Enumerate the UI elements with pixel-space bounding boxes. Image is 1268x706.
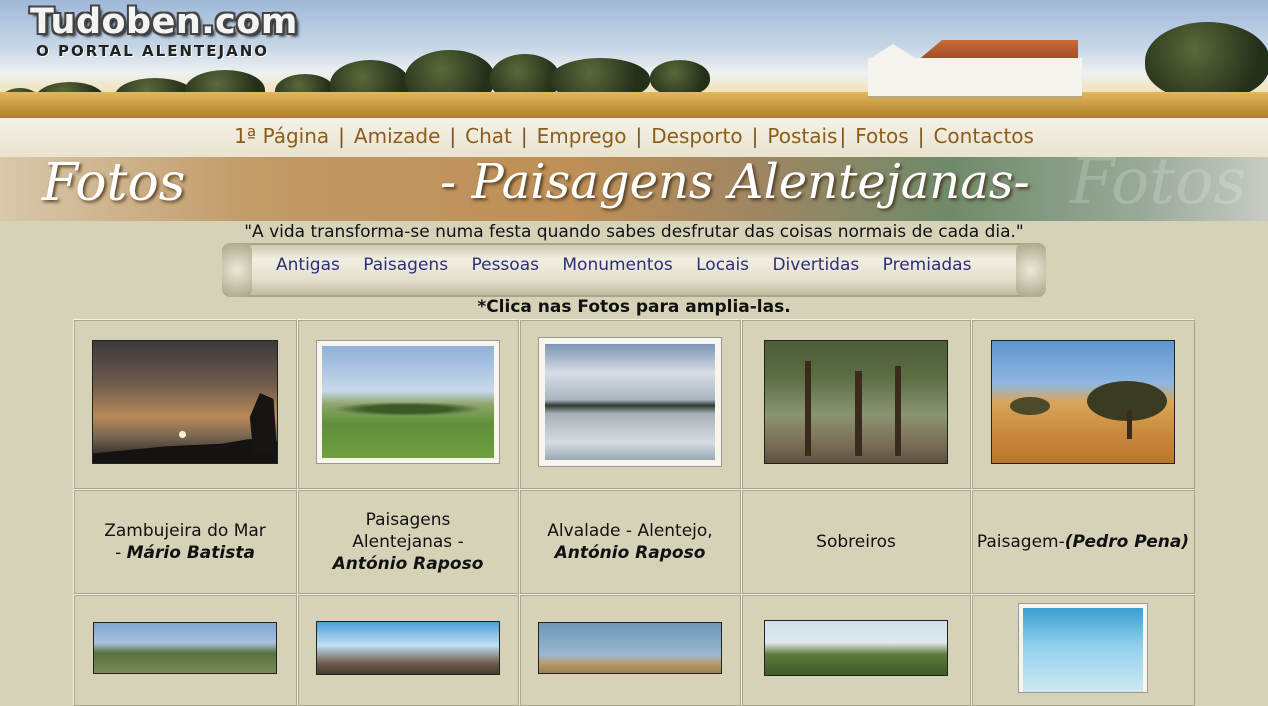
photo-thumbnail[interactable] xyxy=(92,340,278,464)
caption-title: Sobreiros xyxy=(816,531,896,552)
photo-thumbnail[interactable] xyxy=(764,620,948,676)
banner-watermark: Fotos xyxy=(1070,157,1247,219)
category-premiadas[interactable]: Premiadas xyxy=(883,255,972,275)
banner-title-right: - Paisagens Alentejanas- xyxy=(440,157,1030,210)
site-tagline: O PORTAL ALENTEJANO xyxy=(36,42,269,60)
photo-thumbnail[interactable] xyxy=(316,621,500,675)
category-divertidas[interactable]: Divertidas xyxy=(772,255,859,275)
top-navigation: 1ª Página | Amizade | Chat | Emprego | Desporto |… xyxy=(0,118,1268,157)
nav-separator: | xyxy=(520,124,528,148)
photo-grid: Zambujeira do Mar - Mário Batista Paisage… xyxy=(73,319,1195,706)
photo-thumbnail[interactable] xyxy=(538,622,722,674)
tree-decoration xyxy=(650,60,710,96)
caption-title: Zambujeira do Mar xyxy=(104,520,266,541)
caption-title: Alvalade - Alentejo, xyxy=(547,520,713,541)
nav-link-postais[interactable]: Postais xyxy=(767,124,837,148)
nav-separator: | xyxy=(635,124,643,148)
nav-separator: | xyxy=(917,124,925,148)
category-navigation: Antigas Paisagens Pessoas Monumentos Loc… xyxy=(222,243,1046,297)
photo-cell xyxy=(971,319,1195,489)
photo-caption: Paisagem-(Pedro Pena) xyxy=(971,489,1195,594)
photo-cell xyxy=(73,594,297,706)
header-banner: Tudoben.com O PORTAL ALENTEJANO xyxy=(0,0,1268,118)
photo-caption: Zambujeira do Mar - Mário Batista xyxy=(73,489,297,594)
banner-title-left: Fotos xyxy=(42,157,186,213)
nav-link-chat[interactable]: Chat xyxy=(465,124,512,148)
photo-cell xyxy=(519,594,741,706)
tree-decoration xyxy=(1145,22,1268,100)
nav-link-contactos[interactable]: Contactos xyxy=(933,124,1033,148)
photo-caption: Paisagens Alentejanas - António Raposo xyxy=(297,489,519,594)
photo-caption: Alvalade - Alentejo, António Raposo xyxy=(519,489,741,594)
caption-author: António Raposo xyxy=(332,553,484,574)
photo-cell xyxy=(741,319,971,489)
nav-link-home[interactable]: 1ª Página xyxy=(234,124,329,148)
nav-link-fotos[interactable]: Fotos xyxy=(855,124,909,148)
farmhouse-image xyxy=(868,40,1082,98)
quote-text: "A vida transforma-se numa festa quando … xyxy=(244,222,1024,242)
nav-link-amizade[interactable]: Amizade xyxy=(354,124,440,148)
category-locais[interactable]: Locais xyxy=(696,255,749,275)
photo-cell xyxy=(741,594,971,706)
caption-author: António Raposo xyxy=(554,542,706,563)
nav-separator: | xyxy=(751,124,759,148)
caption-author: Mário Batista xyxy=(126,542,255,563)
photo-cell xyxy=(297,319,519,489)
photo-thumbnail[interactable] xyxy=(1019,604,1147,692)
photo-thumbnail[interactable] xyxy=(539,338,721,466)
photo-thumbnail[interactable] xyxy=(991,340,1175,464)
photo-cell xyxy=(971,594,1195,706)
photo-cell xyxy=(73,319,297,489)
photo-thumbnail[interactable] xyxy=(764,340,948,464)
caption-separator: - xyxy=(115,542,127,563)
instructions-text: *Clica nas Fotos para amplia-las. xyxy=(477,297,791,317)
caption-title: Paisagens Alentejanas - xyxy=(352,509,464,552)
nav-separator: | xyxy=(839,124,847,148)
nav-link-emprego[interactable]: Emprego xyxy=(537,124,627,148)
ornament-right xyxy=(1016,243,1046,297)
photo-caption: Sobreiros xyxy=(741,489,971,594)
nav-separator: | xyxy=(338,124,345,148)
ornament-left xyxy=(222,243,252,297)
site-logo[interactable]: Tudoben.com xyxy=(30,2,298,42)
category-paisagens[interactable]: Paisagens xyxy=(363,255,448,275)
photo-thumbnail[interactable] xyxy=(317,341,499,463)
nav-separator: | xyxy=(449,124,457,148)
category-pessoas[interactable]: Pessoas xyxy=(471,255,539,275)
category-antigas[interactable]: Antigas xyxy=(276,255,340,275)
photo-cell xyxy=(519,319,741,489)
category-monumentos[interactable]: Monumentos xyxy=(562,255,672,275)
photo-cell xyxy=(297,594,519,706)
section-banner: Fotos Fotos - Paisagens Alentejanas- xyxy=(0,157,1268,221)
caption-author: (Pedro Pena) xyxy=(1064,531,1190,552)
nav-link-desporto[interactable]: Desporto xyxy=(651,124,742,148)
photo-thumbnail[interactable] xyxy=(93,622,277,674)
caption-title: Paisagem- xyxy=(976,531,1065,552)
